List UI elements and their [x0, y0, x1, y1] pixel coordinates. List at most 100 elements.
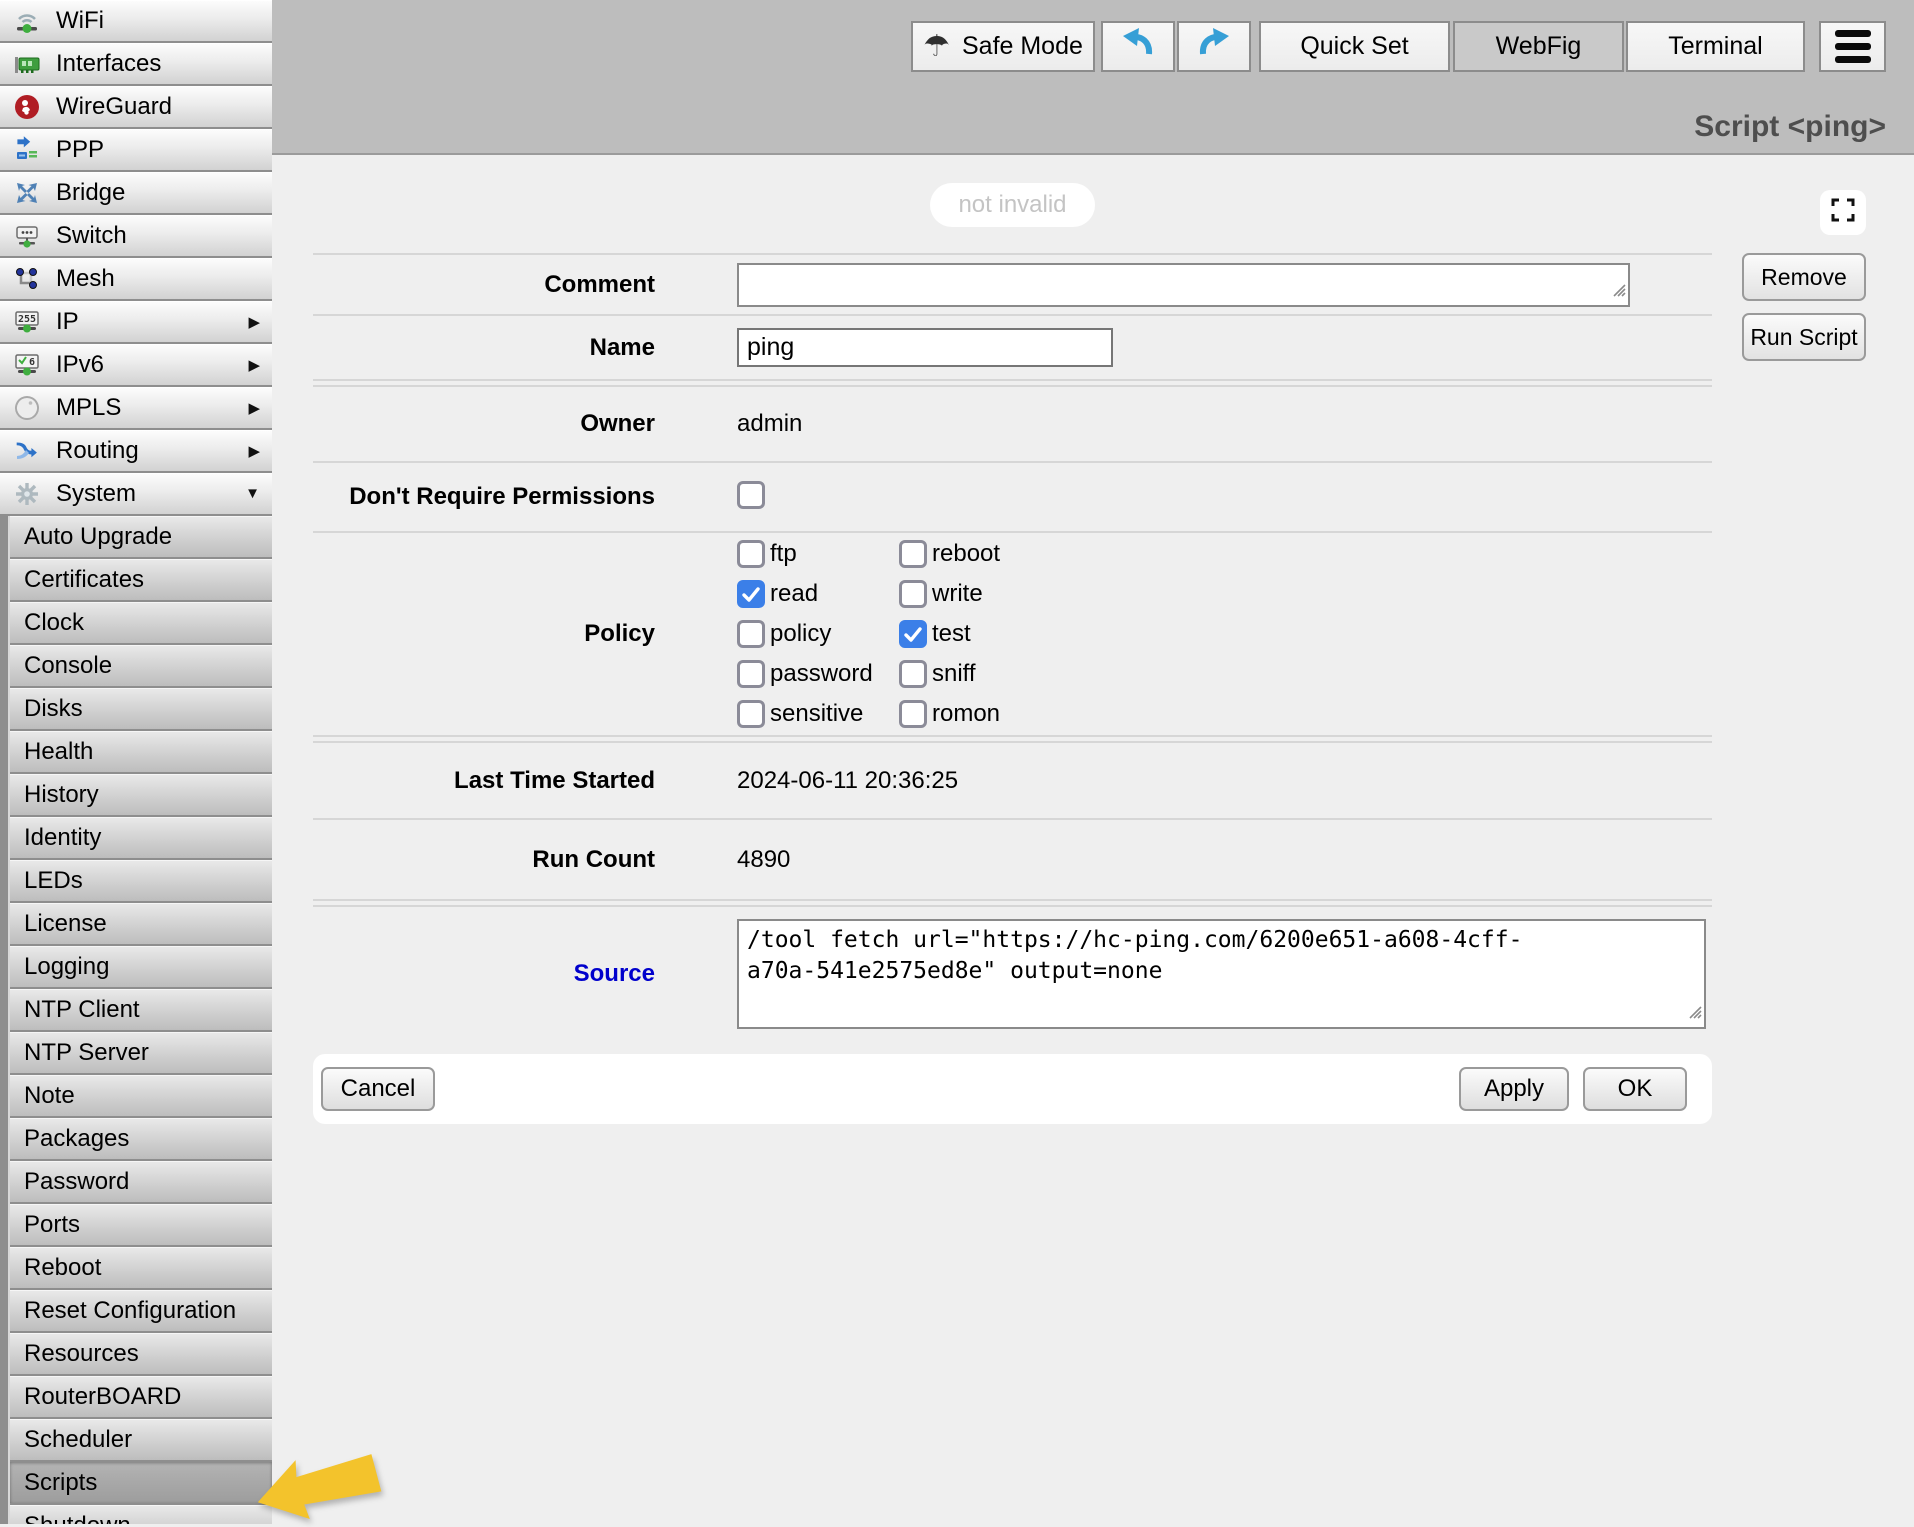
page-title: Script <ping>	[1694, 110, 1886, 144]
sidebar-item-routerboard[interactable]: RouterBOARD	[10, 1376, 272, 1417]
sidebar-item-mesh[interactable]: Mesh	[0, 258, 272, 299]
menu-button[interactable]	[1819, 21, 1886, 72]
mesh-icon	[10, 265, 44, 293]
sidebar-item-label: PPP	[56, 136, 104, 164]
run-script-button[interactable]: Run Script	[1742, 313, 1866, 361]
sidebar-item-shutdown[interactable]: Shutdown	[10, 1505, 272, 1524]
routing-icon	[10, 437, 44, 465]
sidebar-item-label: Routing	[56, 437, 139, 465]
sidebar-item-ip[interactable]: 255 IP ▶	[0, 301, 272, 342]
policy-romon-checkbox[interactable]	[899, 700, 927, 728]
chevron-right-icon: ▶	[248, 399, 260, 417]
dont-require-permissions-checkbox[interactable]	[737, 481, 765, 509]
sidebar-item-password[interactable]: Password	[10, 1161, 272, 1202]
apply-button[interactable]: Apply	[1459, 1067, 1569, 1111]
sidebar-item-label: IP	[56, 308, 79, 336]
undo-button[interactable]	[1101, 21, 1175, 72]
sidebar-item-ntp-client[interactable]: NTP Client	[10, 989, 272, 1030]
sidebar-item-label: Mesh	[56, 265, 115, 293]
policy-ftp-checkbox[interactable]	[737, 540, 765, 568]
policy-read-checkbox[interactable]	[737, 580, 765, 608]
policy-reboot-checkbox[interactable]	[899, 540, 927, 568]
sidebar-item-resources[interactable]: Resources	[10, 1333, 272, 1374]
run-count-value: 4890	[737, 846, 790, 874]
sidebar-item-label: WiFi	[56, 7, 104, 35]
name-input[interactable]	[737, 328, 1113, 367]
sidebar-item-label: IPv6	[56, 351, 104, 379]
sidebar-item-bridge[interactable]: Bridge	[0, 172, 272, 213]
cancel-button[interactable]: Cancel	[321, 1067, 435, 1111]
policy-write-checkbox[interactable]	[899, 580, 927, 608]
sidebar-item-scheduler[interactable]: Scheduler	[10, 1419, 272, 1460]
tab-terminal[interactable]: Terminal	[1626, 21, 1805, 72]
svg-text:255: 255	[18, 314, 36, 325]
sidebar-item-history[interactable]: History	[10, 774, 272, 815]
chevron-down-icon: ▼	[245, 485, 260, 502]
source-input[interactable]	[737, 919, 1706, 1029]
sidebar-item-label: MPLS	[56, 394, 121, 422]
sidebar-item-disks[interactable]: Disks	[10, 688, 272, 729]
tab-webfig[interactable]: WebFig	[1453, 21, 1624, 72]
sidebar-item-reboot[interactable]: Reboot	[10, 1247, 272, 1288]
policy-sniff-checkbox[interactable]	[899, 660, 927, 688]
policy-policy-checkbox[interactable]	[737, 620, 765, 648]
sidebar-item-ports[interactable]: Ports	[10, 1204, 272, 1245]
tab-quick-set[interactable]: Quick Set	[1259, 21, 1450, 72]
comment-input[interactable]	[737, 263, 1630, 307]
sidebar-item-auto-upgrade[interactable]: Auto Upgrade	[10, 516, 272, 557]
fullscreen-button[interactable]	[1820, 190, 1866, 235]
sidebar-item-label: Bridge	[56, 179, 125, 207]
sidebar-item-label: Interfaces	[56, 50, 161, 78]
sidebar-item-logging[interactable]: Logging	[10, 946, 272, 987]
ppp-icon	[10, 136, 44, 164]
mpls-icon	[10, 394, 44, 422]
safe-mode-button[interactable]: ☂ Safe Mode	[911, 21, 1095, 72]
sidebar-item-scripts[interactable]: Scripts	[10, 1462, 272, 1503]
system-submenu: Auto Upgrade Certificates Clock Console …	[8, 516, 272, 1524]
policy-password-checkbox[interactable]	[737, 660, 765, 688]
svg-text:6: 6	[29, 357, 35, 368]
ok-button[interactable]: OK	[1583, 1067, 1687, 1111]
chevron-right-icon: ▶	[248, 313, 260, 331]
name-label: Name	[313, 334, 655, 362]
sidebar-item-health[interactable]: Health	[10, 731, 272, 772]
sidebar-item-interfaces[interactable]: Interfaces	[0, 43, 272, 84]
wifi-icon	[10, 7, 44, 35]
sidebar-item-mpls[interactable]: MPLS ▶	[0, 387, 272, 428]
policy-test-checkbox[interactable]	[899, 620, 927, 648]
wireguard-icon	[10, 93, 44, 121]
chevron-right-icon: ▶	[248, 442, 260, 460]
run-count-label: Run Count	[313, 846, 655, 874]
hamburger-icon	[1835, 27, 1871, 66]
comment-label: Comment	[313, 271, 655, 299]
sidebar-item-switch[interactable]: Switch	[0, 215, 272, 256]
sidebar-item-console[interactable]: Console	[10, 645, 272, 686]
redo-icon	[1196, 25, 1232, 68]
script-form: not invalid Comment Name Owner admin Don…	[313, 157, 1712, 1040]
remove-button[interactable]: Remove	[1742, 253, 1866, 301]
gear-icon	[10, 480, 44, 508]
sidebar-item-wireguard[interactable]: WireGuard	[0, 86, 272, 127]
sidebar-item-packages[interactable]: Packages	[10, 1118, 272, 1159]
sidebar-item-license[interactable]: License	[10, 903, 272, 944]
sidebar-item-ppp[interactable]: PPP	[0, 129, 272, 170]
sidebar-item-routing[interactable]: Routing ▶	[0, 430, 272, 471]
fullscreen-icon	[1828, 195, 1858, 230]
umbrella-icon: ☂	[923, 29, 950, 64]
sidebar-item-identity[interactable]: Identity	[10, 817, 272, 858]
sidebar-item-certificates[interactable]: Certificates	[10, 559, 272, 600]
sidebar-item-label: WireGuard	[56, 93, 172, 121]
sidebar-item-wifi[interactable]: WiFi	[0, 0, 272, 41]
switch-icon	[10, 222, 44, 250]
redo-button[interactable]	[1177, 21, 1251, 72]
sidebar-item-system[interactable]: System ▼	[0, 473, 272, 514]
sidebar-item-ntp-server[interactable]: NTP Server	[10, 1032, 272, 1073]
policy-sensitive-checkbox[interactable]	[737, 700, 765, 728]
top-toolbar: ☂ Safe Mode Quick Set WebFig Terminal Sc…	[272, 0, 1914, 155]
sidebar-item-ipv6[interactable]: 6 IPv6 ▶	[0, 344, 272, 385]
sidebar-item-note[interactable]: Note	[10, 1075, 272, 1116]
ip-icon: 255	[10, 308, 44, 336]
sidebar-item-reset-configuration[interactable]: Reset Configuration	[10, 1290, 272, 1331]
sidebar-item-clock[interactable]: Clock	[10, 602, 272, 643]
sidebar-item-leds[interactable]: LEDs	[10, 860, 272, 901]
